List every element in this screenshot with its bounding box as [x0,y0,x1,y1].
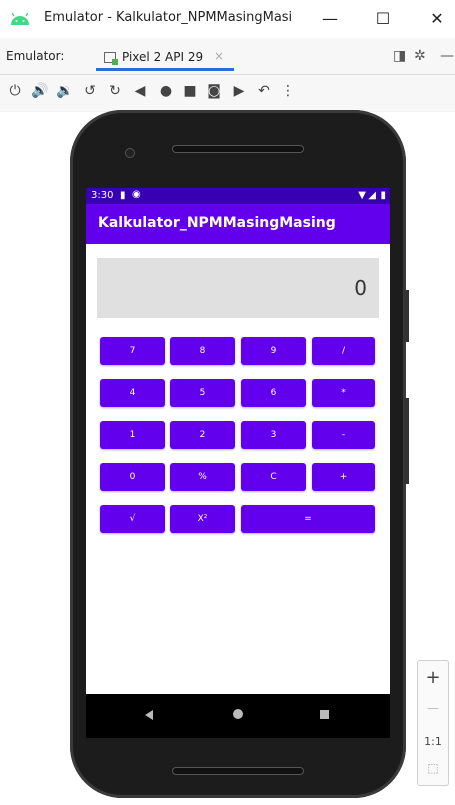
status-bar: 3:30 ▮ ◉ ▼ ◢ ▮ [86,188,390,204]
tab-label: Pixel 2 API 29 [122,50,204,64]
snapshot-icon[interactable]: ↶ [255,83,273,99]
volume-up-icon[interactable]: 🔊 [31,83,49,99]
rotate-left-icon[interactable]: ↺ [81,83,99,99]
emulator-tab-bar: Emulator: Pixel 2 API 29 × ◨ ✲ — [0,38,455,75]
zoom-fit-icon[interactable]: ⬚ [418,761,448,775]
tab-active-indicator [96,68,234,71]
notification-icon: ◉ [132,189,141,200]
key-sqrt[interactable]: √ [100,505,165,533]
front-camera [125,148,135,158]
nav-recents-icon[interactable] [320,710,329,719]
device-icon [104,52,118,65]
calculator-display: 0 [97,258,379,318]
key-divide[interactable]: / [312,337,375,365]
close-button[interactable]: ✕ [424,6,450,32]
zoom-controls: + — 1:1 ⬚ [417,660,449,786]
key-percent[interactable]: % [170,463,235,491]
window-title-bar: Emulator - Kalkulator_NPMMasingMasi — ☐ … [0,0,455,38]
key-equals[interactable]: = [241,505,375,533]
key-0[interactable]: 0 [100,463,165,491]
zoom-out-button[interactable]: — [418,701,448,715]
record-icon[interactable]: ▶ [230,83,248,99]
android-nav-bar [86,694,390,738]
battery-icon: ▮ [380,190,386,201]
tab-close-icon[interactable]: × [214,49,224,63]
back-icon[interactable]: ◀ [131,83,149,99]
key-4[interactable]: 4 [100,379,165,407]
app-title: Kalkulator_NPMMasingMasing [98,215,336,231]
window-mode-icon[interactable]: ◨ [393,48,406,64]
android-icon [11,13,29,25]
rotate-right-icon[interactable]: ↻ [106,83,124,99]
volume-down-icon[interactable]: 🔉 [56,83,74,99]
volume-side-button [404,398,409,484]
phone-screen: 3:30 ▮ ◉ ▼ ◢ ▮ Kalkulator_NPMMasingMasin… [86,188,390,694]
gear-icon[interactable]: ✲ [414,48,426,64]
emulator-controls-toolbar: ⏻ 🔊 🔉 ↺ ↻ ◀ ● ■ ◙ ▶ ↶ ⋮ [0,75,455,111]
power-icon[interactable]: ⏻ [6,83,24,99]
more-icon[interactable]: ⋮ [279,83,297,99]
tab-pixel-2-api-29[interactable]: Pixel 2 API 29 × [96,42,234,72]
key-9[interactable]: 9 [241,337,306,365]
key-add[interactable]: + [312,463,375,491]
zoom-actual-size-button[interactable]: 1:1 [418,735,448,748]
key-8[interactable]: 8 [170,337,235,365]
key-2[interactable]: 2 [170,421,235,449]
key-multiply[interactable]: * [312,379,375,407]
zoom-in-button[interactable]: + [418,667,448,688]
status-time: 3:30 [91,190,114,201]
nav-back-icon[interactable] [145,710,153,720]
power-side-button [404,290,409,342]
app-bar: Kalkulator_NPMMasingMasing [86,204,390,244]
window-title: Emulator - Kalkulator_NPMMasingMasi [44,10,293,25]
key-square[interactable]: X² [170,505,235,533]
signal-icon: ◢ [368,190,376,201]
key-1[interactable]: 1 [100,421,165,449]
overview-icon[interactable]: ■ [181,83,199,99]
camera-icon[interactable]: ◙ [205,83,223,99]
nav-home-icon[interactable] [233,709,243,719]
top-speaker [172,145,304,153]
maximize-button[interactable]: ☐ [370,6,396,32]
wifi-icon: ▼ [358,190,366,201]
hide-panel-icon[interactable]: — [440,48,454,64]
key-subtract[interactable]: - [312,421,375,449]
emulator-label: Emulator: [6,49,65,63]
key-3[interactable]: 3 [241,421,306,449]
display-value: 0 [354,276,367,300]
sim-icon: ▮ [120,190,126,201]
key-5[interactable]: 5 [170,379,235,407]
home-icon[interactable]: ● [157,83,175,99]
minimize-button[interactable]: — [317,6,343,32]
key-7[interactable]: 7 [100,337,165,365]
key-6[interactable]: 6 [241,379,306,407]
bottom-speaker [172,767,304,775]
key-clear[interactable]: C [241,463,306,491]
